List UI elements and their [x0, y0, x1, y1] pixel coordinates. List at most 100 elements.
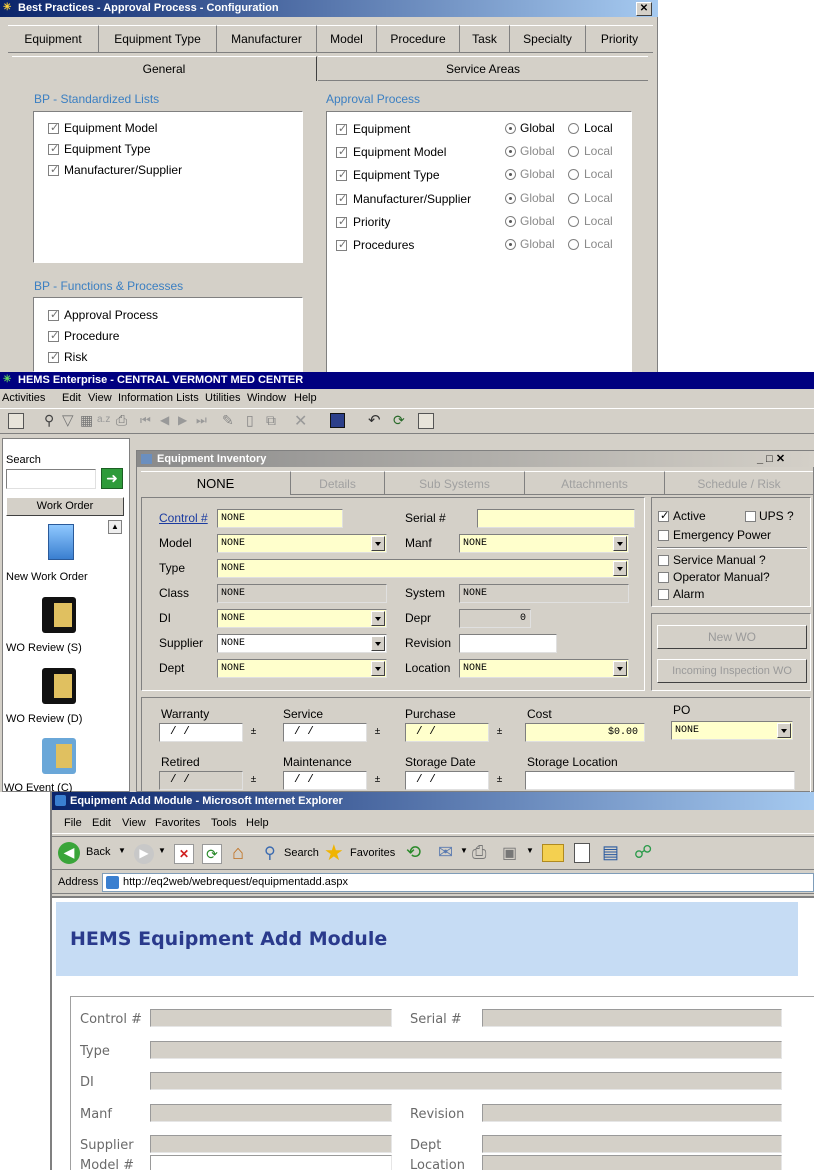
refresh-icon[interactable]: ⟳ [393, 412, 405, 429]
calendar-spin-icon[interactable]: ± [493, 726, 506, 739]
inv-tab-details[interactable]: Details [291, 471, 385, 495]
radio-global[interactable] [505, 169, 516, 180]
type-select[interactable]: NONE [217, 559, 629, 578]
subtab-general[interactable]: General [12, 56, 317, 81]
search-input[interactable] [6, 469, 96, 489]
save-icon[interactable] [330, 413, 345, 428]
sort-icon[interactable]: a.z [97, 414, 110, 425]
radio-local[interactable] [568, 123, 579, 134]
edit-icon[interactable]: ✎ [222, 412, 234, 429]
checkbox-risk[interactable] [48, 350, 59, 363]
chevron-down-icon[interactable] [371, 611, 385, 626]
last-record-icon[interactable]: ⏭ [196, 413, 207, 428]
chevron-down-icon[interactable] [371, 636, 385, 651]
calendar-spin-icon[interactable]: ± [247, 774, 260, 787]
maintenance-date[interactable]: / / [283, 771, 367, 790]
forward-dropdown-icon[interactable]: ▼ [158, 846, 166, 855]
checkbox-approval-equipment-model[interactable] [336, 145, 347, 158]
dept-input[interactable] [482, 1135, 782, 1153]
menu-help[interactable]: Help [294, 389, 317, 407]
menu-edit[interactable]: Edit [62, 389, 81, 407]
search-go-button[interactable]: ➜ [101, 468, 123, 489]
exit-icon[interactable] [418, 413, 434, 429]
manf-input[interactable] [150, 1104, 392, 1122]
checkbox-alarm[interactable] [658, 589, 669, 600]
checkbox-ups[interactable] [745, 511, 756, 522]
tab-specialty[interactable]: Specialty [510, 25, 586, 52]
document-icon[interactable] [574, 843, 590, 863]
checkbox-procedure[interactable] [48, 329, 59, 342]
radio-global[interactable] [505, 146, 516, 157]
inventory-window-controls[interactable]: _ □ ✕ [757, 452, 785, 465]
address-input[interactable]: http://eq2web/webrequest/equipmentadd.as… [102, 873, 814, 892]
menu-view[interactable]: View [122, 812, 146, 834]
back-button[interactable]: ◀ [58, 842, 80, 864]
sidebar-item-wo-event[interactable]: WO Event (C) [4, 782, 72, 792]
chevron-down-icon[interactable] [613, 536, 627, 551]
forward-button[interactable]: ▶ [134, 844, 154, 864]
radio-local[interactable] [568, 169, 579, 180]
favorites-label[interactable]: Favorites [350, 847, 395, 859]
tab-model[interactable]: Model [317, 25, 377, 52]
serial-field[interactable] [477, 509, 635, 528]
new-wo-button[interactable]: New WO [657, 625, 807, 649]
inv-tab-sub-systems[interactable]: Sub Systems [385, 471, 525, 495]
wo-event-icon[interactable] [42, 738, 76, 774]
calendar-spin-icon[interactable]: ± [371, 774, 384, 787]
tab-equipment-type[interactable]: Equipment Type [99, 25, 217, 52]
exit-icon[interactable] [8, 413, 24, 429]
home-icon[interactable]: ⌂ [232, 842, 244, 865]
tab-priority[interactable]: Priority [586, 25, 653, 52]
filter-icon[interactable]: ▽ [62, 411, 74, 429]
refresh-icon[interactable]: ⟳ [202, 844, 222, 864]
chevron-down-icon[interactable] [371, 661, 385, 676]
location-select[interactable]: NONE [459, 659, 629, 678]
tab-manufacturer[interactable]: Manufacturer [217, 25, 317, 52]
print-icon[interactable]: ⎙ [472, 842, 486, 863]
menu-view[interactable]: View [88, 389, 112, 407]
menu-file[interactable]: File [64, 812, 82, 834]
search-label[interactable]: Search [284, 847, 319, 859]
menu-tools[interactable]: Tools [211, 812, 237, 834]
mail-dropdown-icon[interactable]: ▼ [460, 846, 468, 855]
new-document-icon[interactable]: ▯ [246, 412, 254, 429]
first-record-icon[interactable]: ⏮ [140, 413, 151, 428]
model-select[interactable]: NONE [217, 534, 387, 553]
wo-review-s-icon[interactable] [42, 597, 76, 633]
undo-icon[interactable]: ↶ [368, 411, 381, 429]
next-record-icon[interactable]: ▶ [178, 413, 187, 427]
favorites-star-icon[interactable]: ★ [324, 840, 344, 866]
menu-edit[interactable]: Edit [92, 812, 111, 834]
radio-global[interactable] [505, 123, 516, 134]
chevron-down-icon[interactable] [777, 723, 791, 738]
menu-favorites[interactable]: Favorites [155, 812, 200, 834]
type-input[interactable] [150, 1041, 782, 1059]
control-number-input[interactable] [150, 1009, 392, 1027]
back-label[interactable]: Back [86, 846, 110, 858]
radio-local[interactable] [568, 193, 579, 204]
checkbox-service-manual[interactable] [658, 555, 669, 566]
po-select[interactable]: NONE [671, 721, 793, 740]
checkbox-equipment-type[interactable] [48, 142, 59, 155]
search-icon[interactable]: ⚲ [264, 843, 276, 863]
hems-title-bar[interactable]: ✳ HEMS Enterprise - CENTRAL VERMONT MED … [0, 372, 814, 389]
ie-title-bar[interactable]: Equipment Add Module - Microsoft Interne… [52, 792, 814, 810]
inv-tab-schedule-risk[interactable]: Schedule / Risk [665, 471, 813, 495]
retired-date[interactable]: / / [159, 771, 243, 790]
checkbox-manufacturer-supplier[interactable] [48, 163, 59, 176]
cost-field[interactable]: $0.00 [525, 723, 645, 742]
tab-task[interactable]: Task [460, 25, 510, 52]
radio-local[interactable] [568, 216, 579, 227]
sidebar-item-wo-review-s[interactable]: WO Review (S) [6, 642, 82, 654]
checkbox-approval-process[interactable] [48, 308, 59, 321]
history-icon[interactable]: ⟲ [406, 842, 421, 863]
di-select[interactable]: NONE [217, 609, 387, 628]
copy-icon[interactable]: ⧉ [266, 412, 276, 429]
menu-activities[interactable]: Activities [2, 389, 45, 407]
sidebar-item-new-work-order[interactable]: New Work Order [6, 571, 88, 583]
stop-icon[interactable]: ✕ [174, 844, 194, 864]
warranty-date[interactable]: / / [159, 723, 243, 742]
checkbox-approval-equipment-type[interactable] [336, 168, 347, 181]
menu-window[interactable]: Window [247, 389, 286, 407]
edit-page-icon[interactable]: ▣ [502, 843, 517, 863]
